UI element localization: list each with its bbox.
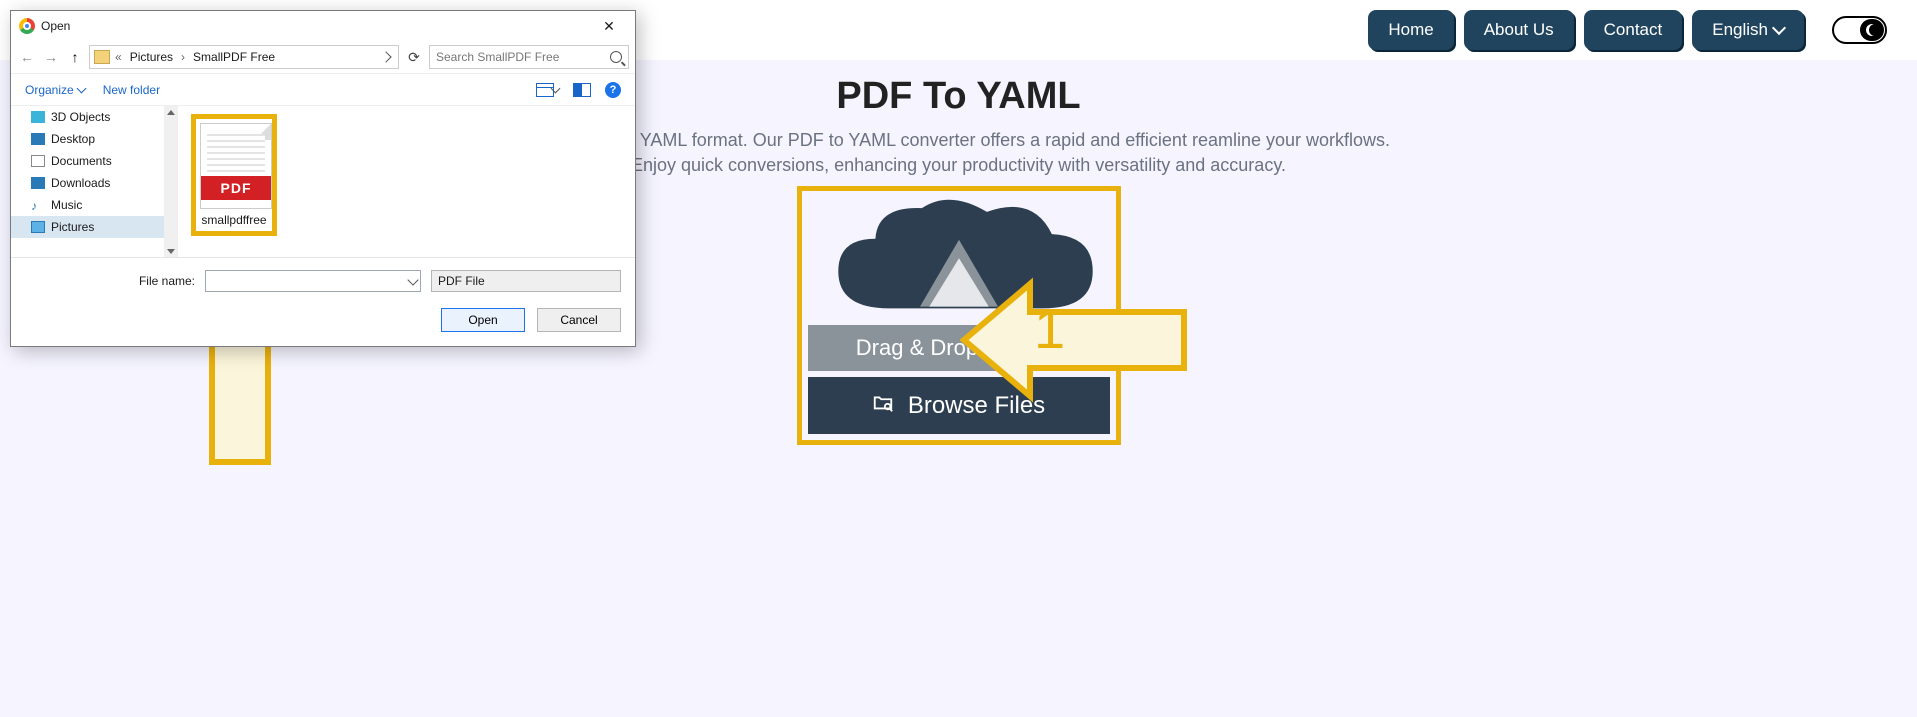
theme-toggle[interactable] xyxy=(1832,16,1887,44)
dragdrop-or: Or xyxy=(1037,335,1061,360)
chrome-icon xyxy=(19,18,35,34)
tree-item-downloads[interactable]: Downloads xyxy=(11,172,164,194)
nav-language-label: English xyxy=(1712,20,1768,40)
breadcrumb-smallpdf[interactable]: SmallPDF Free xyxy=(190,48,278,66)
browse-folder-icon xyxy=(872,391,894,420)
dialog-footer: File name: PDF File Open Cancel xyxy=(11,257,635,346)
nav-home-button[interactable]: Home xyxy=(1368,10,1453,50)
dialog-close-button[interactable]: ✕ xyxy=(589,18,629,35)
file-open-dialog: Open ✕ ← → ↑ « Pictures › SmallPDF Free … xyxy=(10,10,636,347)
file-name-label: smallpdffree xyxy=(200,213,268,227)
file-name-input[interactable] xyxy=(205,270,421,292)
dialog-body: 3D Objects Desktop Documents Downloads ♪… xyxy=(11,105,635,257)
tree-label: Music xyxy=(51,198,82,212)
dragdrop-label: Drag & Drop Files Or xyxy=(808,325,1110,371)
search-icon xyxy=(610,51,622,63)
help-icon[interactable]: ? xyxy=(605,82,621,98)
dropzone[interactable]: Drag & Drop Files Or Browse Files xyxy=(797,186,1121,445)
theme-toggle-knob xyxy=(1860,19,1884,41)
nav-contact-button[interactable]: Contact xyxy=(1584,10,1683,50)
nav-language-button[interactable]: English xyxy=(1692,10,1804,50)
organize-label: Organize xyxy=(25,83,74,97)
file-item-smallpdffree[interactable]: PDF smallpdffree xyxy=(191,114,277,236)
tree-item-desktop[interactable]: Desktop xyxy=(11,128,164,150)
3d-objects-icon xyxy=(31,111,45,123)
refresh-icon[interactable]: ⟳ xyxy=(403,49,425,66)
folder-icon xyxy=(94,50,110,64)
tree-label: 3D Objects xyxy=(51,110,110,124)
breadcrumb[interactable]: « Pictures › SmallPDF Free xyxy=(89,45,399,69)
open-button[interactable]: Open xyxy=(441,308,525,332)
moon-icon xyxy=(1866,24,1878,36)
breadcrumb-dropdown-icon[interactable] xyxy=(380,51,391,62)
tree-item-3dobjects[interactable]: 3D Objects xyxy=(11,106,164,128)
breadcrumb-pictures[interactable]: Pictures xyxy=(127,48,176,66)
nav-forward-icon[interactable]: → xyxy=(41,49,61,65)
filename-dropdown-icon[interactable] xyxy=(407,274,418,285)
dragdrop-text: Drag & Drop Files xyxy=(856,335,1031,360)
tree-scrollbar[interactable] xyxy=(164,106,178,257)
breadcrumb-sep: « xyxy=(112,50,125,64)
dialog-address-bar: ← → ↑ « Pictures › SmallPDF Free ⟳ Searc… xyxy=(11,41,635,73)
file-list: PDF smallpdffree xyxy=(165,106,635,257)
file-type-label: PDF File xyxy=(438,274,485,288)
dropdown-icon xyxy=(76,83,86,93)
pdf-badge: PDF xyxy=(201,176,271,200)
scroll-down-icon[interactable] xyxy=(164,245,178,257)
breadcrumb-sep2: › xyxy=(178,50,188,64)
scroll-up-icon[interactable] xyxy=(164,106,178,118)
page-subtitle: ture it in clear YAML format. Our PDF to… xyxy=(509,128,1409,178)
tree-label: Pictures xyxy=(51,220,94,234)
music-icon: ♪ xyxy=(31,199,45,211)
folder-tree: 3D Objects Desktop Documents Downloads ♪… xyxy=(11,106,165,257)
browse-files-label: Browse Files xyxy=(908,392,1045,420)
cloud-upload-icon xyxy=(809,197,1109,327)
dialog-title: Open xyxy=(41,19,70,33)
dialog-toolbar: Organize New folder ? xyxy=(11,73,635,105)
chevron-down-icon xyxy=(1772,21,1786,35)
tree-label: Documents xyxy=(51,154,112,168)
downloads-icon xyxy=(31,177,45,189)
tree-item-documents[interactable]: Documents xyxy=(11,150,164,172)
new-folder-button[interactable]: New folder xyxy=(103,83,160,97)
nav-up-icon[interactable]: ↑ xyxy=(65,49,85,65)
tree-label: Downloads xyxy=(51,176,110,190)
nav-about-button[interactable]: About Us xyxy=(1464,10,1574,50)
dialog-search-input[interactable]: Search SmallPDF Free xyxy=(429,45,629,69)
nav-back-icon[interactable]: ← xyxy=(17,49,37,65)
tree-label: Desktop xyxy=(51,132,95,146)
preview-pane-icon[interactable] xyxy=(573,83,591,97)
documents-icon xyxy=(31,155,45,167)
cancel-button[interactable]: Cancel xyxy=(537,308,621,332)
file-type-select[interactable]: PDF File xyxy=(431,270,621,292)
tree-item-pictures[interactable]: Pictures xyxy=(11,216,164,238)
file-name-caption: File name: xyxy=(139,274,195,288)
pictures-icon xyxy=(31,221,45,233)
pdf-file-icon: PDF xyxy=(200,123,272,209)
browse-files-button[interactable]: Browse Files xyxy=(808,377,1110,434)
view-mode-button[interactable] xyxy=(536,83,559,97)
organize-button[interactable]: Organize xyxy=(25,83,85,97)
tree-item-music[interactable]: ♪ Music xyxy=(11,194,164,216)
desktop-icon xyxy=(31,133,45,145)
search-placeholder: Search SmallPDF Free xyxy=(436,50,559,64)
dialog-titlebar: Open ✕ xyxy=(11,11,635,41)
